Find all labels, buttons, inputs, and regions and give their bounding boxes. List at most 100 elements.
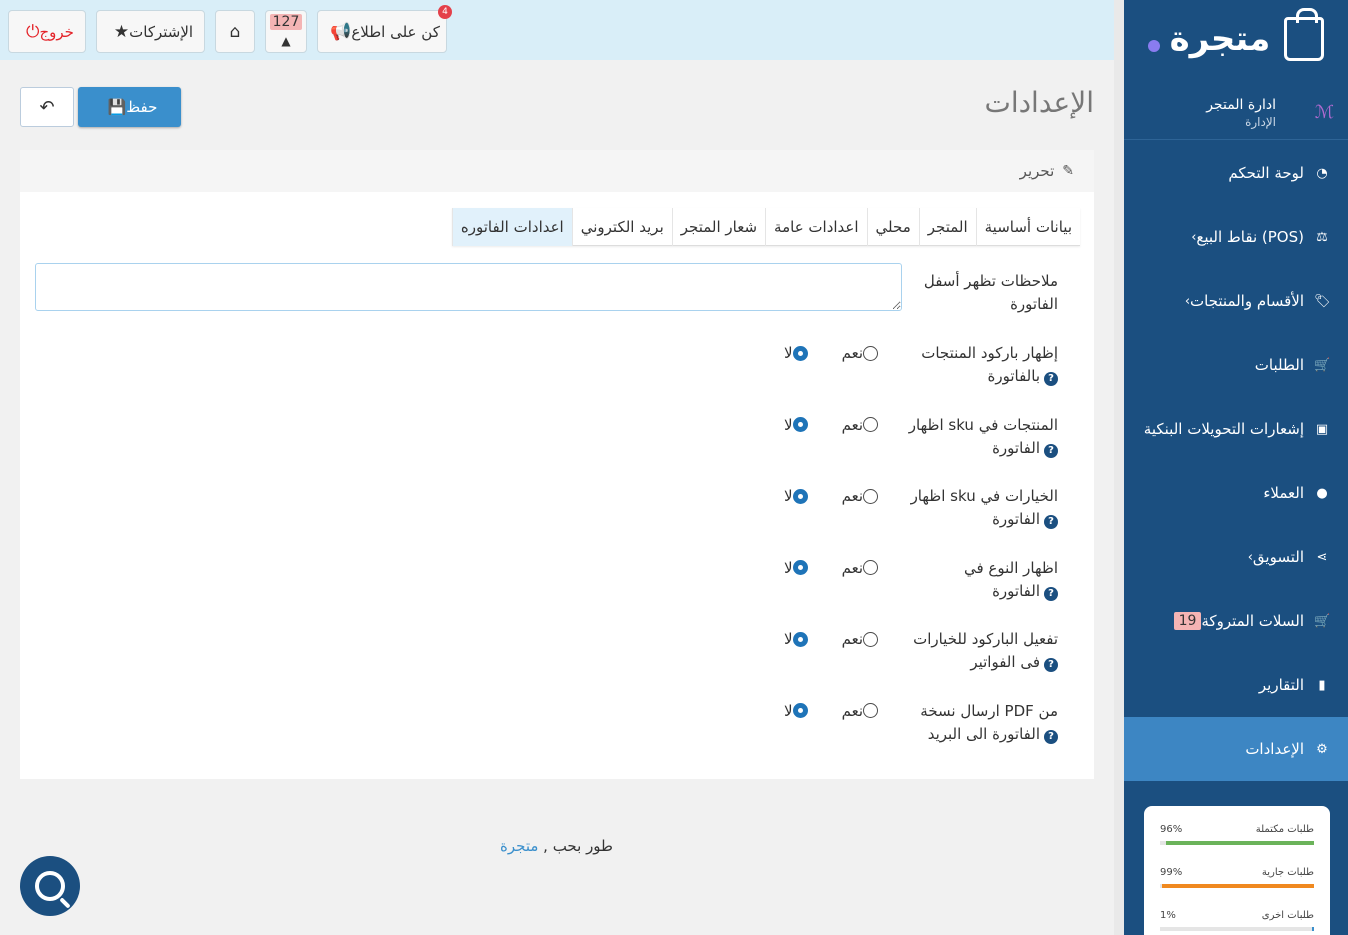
sidebar-item-label: الطلبات <box>1254 356 1304 374</box>
sidebar-item-label: التسويق <box>1252 548 1304 566</box>
tab-4[interactable]: شعار المتجر <box>671 208 765 246</box>
panel-header: تحرير ✎ <box>20 150 1094 192</box>
gear-icon: ⚙ <box>1316 741 1328 757</box>
user-box[interactable]: ادارة المتجر الإدارة ℳ <box>1124 86 1348 140</box>
radio-no[interactable]: لا <box>784 702 812 720</box>
field-label-line1: ارسال نسخة PDF من <box>920 701 1058 720</box>
radio-yes[interactable]: نعم <box>842 630 882 648</box>
sidebar-item-label: لوحة التحكم <box>1228 164 1304 182</box>
field-label-line1: اظهار sku الخيارات في <box>910 487 1058 505</box>
avatar: ℳ <box>1314 102 1334 123</box>
radio-circle[interactable] <box>863 417 878 432</box>
radio-yes[interactable]: نعم <box>842 487 882 505</box>
help-icon[interactable]: ? <box>1044 443 1058 458</box>
invoice-notes-input[interactable] <box>35 263 902 311</box>
help-icon[interactable]: ? <box>1044 658 1058 672</box>
tab-2[interactable]: محلي <box>866 208 919 246</box>
tab-bar: بيانات أساسية المتجر محلي اعدادات عامة شعار … <box>451 208 1080 246</box>
floppy-icon: 💾 <box>107 99 127 116</box>
field-label-line1: اظهار sku المنتجات في <box>908 415 1058 434</box>
sidebar-item-1[interactable]: ‹ نقاط البيع (POS) ⚖ <box>1124 205 1348 269</box>
logo[interactable]: متجرة <box>1124 0 1348 78</box>
tab-3[interactable]: اعدادات عامة <box>765 208 867 246</box>
radio-no[interactable]: لا <box>784 630 812 648</box>
help-icon[interactable]: ? <box>1044 586 1058 601</box>
search-icon <box>35 871 65 901</box>
footer-link[interactable]: متجرة <box>500 837 538 855</box>
stat-row: 1% طلبات اخرى <box>1160 910 1314 931</box>
field-label-line2: الفاتورة <box>992 581 1040 600</box>
tab-6[interactable]: اعدادات الفاتوره <box>451 208 572 246</box>
notes-label: ملاحظات تظهر أسفل الفاتورة <box>923 272 1058 313</box>
logo-text: متجرة <box>1169 19 1271 59</box>
sidebar-item-6[interactable]: ‹ التسويق ⋖ <box>1124 525 1348 589</box>
tab-1[interactable]: المتجر <box>918 208 976 246</box>
radio-yes[interactable]: نعم <box>842 559 882 577</box>
back-button[interactable]: ↶ <box>20 87 74 127</box>
home-button[interactable]: ⌂ <box>215 10 255 53</box>
save-button[interactable]: 💾 حفظ <box>78 87 181 127</box>
radio-circle[interactable] <box>792 488 808 504</box>
radio-circle[interactable] <box>863 631 878 647</box>
radio-yes[interactable]: نعم <box>842 702 882 720</box>
radio-circle[interactable] <box>863 560 878 575</box>
sidebar-item-label: الإعدادات <box>1245 740 1304 758</box>
shopping-bag-icon <box>1284 8 1325 61</box>
sidebar-item-3[interactable]: الطلبات 🛒 <box>1124 333 1348 397</box>
radio-no[interactable]: لا <box>784 559 812 577</box>
pencil-icon: ✎ <box>1062 163 1074 179</box>
field-label: اظهار sku المنتجات في الفاتورة? <box>902 414 1058 460</box>
radio-circle[interactable] <box>792 631 808 647</box>
sidebar-item-5[interactable]: العملاء ● <box>1124 461 1348 525</box>
sidebar-item-0[interactable]: لوحة التحكم ◔ <box>1124 141 1348 205</box>
tag-icon: 🏷 <box>1314 293 1331 309</box>
stat-bar <box>1160 884 1314 888</box>
radio-circle[interactable] <box>792 560 808 575</box>
logout-button[interactable]: ⏻ خروج <box>8 10 86 53</box>
sidebar-item-7[interactable]: 19 السلات المتروكة 🛒 <box>1124 589 1348 653</box>
sidebar-item-2[interactable]: ‹ الأقسام والمنتجات 🏷 <box>1124 269 1348 333</box>
radio-circle[interactable] <box>863 488 878 504</box>
sidebar-item-9[interactable]: الإعدادات ⚙ <box>1124 717 1348 781</box>
notifications-button[interactable]: 127 ▲ <box>265 10 307 53</box>
nav-badge: 19 <box>1173 612 1202 630</box>
sidebar-item-8[interactable]: التقارير ▮ <box>1124 653 1348 717</box>
power-icon: ⏻ <box>26 21 40 42</box>
radio-no[interactable]: لا <box>784 487 812 505</box>
radio-no[interactable]: لا <box>784 344 812 362</box>
logo-dot <box>1147 40 1160 52</box>
field-label-line2: بالفاتورة <box>987 367 1041 385</box>
page-title: الإعدادات <box>984 86 1094 119</box>
field-label: إظهار باركود المنتجات بالفاتورة? <box>902 342 1058 388</box>
field-label-line2: الفاتورة <box>992 438 1040 457</box>
field-label-line2: الفاتورة <box>992 510 1040 528</box>
announcements-button[interactable]: 📢 كن على اطلاع 4 <box>317 5 452 53</box>
radio-yes[interactable]: نعم <box>842 416 882 434</box>
subscriptions-button[interactable]: ★ الإشتركات <box>96 10 205 53</box>
radio-circle[interactable] <box>792 345 808 361</box>
tab-5[interactable]: بريد الكتروني <box>571 208 672 246</box>
reply-arrow-icon: ↶ <box>39 96 55 117</box>
help-icon[interactable]: ? <box>1044 515 1058 529</box>
sidebar-item-4[interactable]: إشعارات التحويلات البنكية ▣ <box>1124 397 1348 461</box>
radio-circle[interactable] <box>863 345 878 361</box>
sidebar-edge <box>1114 0 1124 935</box>
sidebar-nav: لوحة التحكم ◔ ‹ نقاط البيع (POS) ⚖ ‹ الأقسام و… <box>1124 141 1348 781</box>
search-fab[interactable] <box>20 856 80 916</box>
stat-bar <box>1160 841 1314 845</box>
radio-circle[interactable] <box>863 703 878 718</box>
dashboard-icon: ◔ <box>1316 165 1328 181</box>
help-icon[interactable]: ? <box>1044 729 1058 744</box>
stat-label: طلبات مكتملة <box>1255 824 1314 835</box>
stat-value: 96% <box>1160 824 1183 835</box>
tab-0[interactable]: بيانات أساسية <box>975 208 1080 246</box>
radio-no[interactable]: لا <box>784 416 812 434</box>
help-icon[interactable]: ? <box>1044 372 1058 386</box>
stat-fill <box>1166 841 1314 845</box>
radio-circle[interactable] <box>792 417 808 432</box>
radio-yes[interactable]: نعم <box>842 344 882 362</box>
radio-circle[interactable] <box>792 703 808 718</box>
field-label-line2: فى الفواتير <box>970 653 1040 671</box>
stats-card: 96% طلبات مكتملة 99% طلبات جارية 1% طلبات اخر… <box>1144 806 1330 935</box>
yes-no-radio-group: نعم لا <box>784 630 882 648</box>
